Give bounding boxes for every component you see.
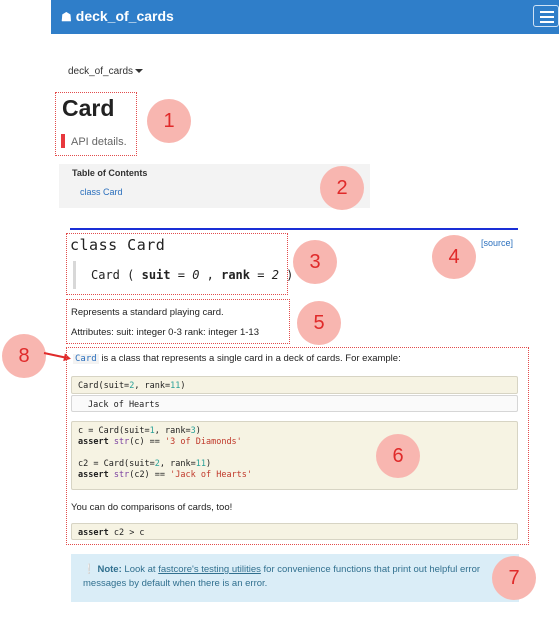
- class-signature: Card ( suit = 0 , rank = 2 ): [91, 268, 294, 282]
- fastcore-testing-link[interactable]: fastcore's testing utilities: [158, 564, 261, 575]
- code-text: ): [180, 381, 186, 391]
- caret-down-icon: [135, 69, 144, 74]
- signature-default-rank: 2: [271, 268, 279, 282]
- code-keyword: assert: [78, 470, 109, 480]
- source-link[interactable]: [source]: [481, 238, 513, 248]
- code-text: (c) ==: [129, 437, 166, 447]
- comparison-paragraph: You can do comparisons of cards, too!: [71, 502, 233, 513]
- annotation-marker-8: 8: [2, 334, 46, 378]
- code-text: , rank=: [154, 426, 191, 436]
- site-title-link[interactable]: ☗ deck_of_cards: [61, 8, 174, 24]
- module-dropdown-label: deck_of_cards: [68, 66, 134, 77]
- top-navbar: ☗ deck_of_cards: [51, 0, 559, 34]
- code-keyword: assert: [78, 528, 109, 538]
- annotation-marker-2: 2: [320, 166, 364, 210]
- docstring-line-2: Attributes: suit: integer 0-3 rank: inte…: [71, 327, 259, 338]
- toc-link-class-card[interactable]: class Card: [80, 187, 123, 197]
- code-cell-3[interactable]: assert c2 > c: [71, 523, 518, 540]
- menu-toggle-button[interactable]: [533, 5, 559, 27]
- annotation-marker-3: 3: [293, 240, 337, 284]
- signature-accent: [73, 261, 76, 289]
- note-label: Note:: [97, 564, 122, 575]
- code-text: c = Card(suit=: [78, 426, 150, 436]
- hamburger-icon: [540, 11, 554, 13]
- site-title: deck_of_cards: [75, 8, 174, 24]
- signature-param-rank: rank: [221, 268, 251, 282]
- annotation-marker-5: 5: [297, 301, 341, 345]
- signature-default-suit: 0: [192, 268, 200, 282]
- section-divider: [70, 228, 518, 230]
- hamburger-icon-bar: [540, 16, 554, 18]
- code-builtin: str: [113, 470, 130, 480]
- annotation-marker-1: 1: [147, 99, 191, 143]
- code-builtin: str: [113, 437, 130, 447]
- code-number: 11: [195, 459, 206, 469]
- docstring-line-1: Represents a standard playing card.: [71, 307, 224, 318]
- code-text: , rank=: [159, 459, 196, 469]
- annotation-marker-4: 4: [432, 235, 476, 279]
- code-text: c2 = Card(suit=: [78, 459, 155, 469]
- code-text: (c2) ==: [129, 470, 171, 480]
- code-text: Card(suit=: [78, 381, 130, 391]
- code-text: ): [205, 459, 212, 469]
- annotation-marker-6: 6: [376, 434, 420, 478]
- signature-param-suit: suit: [141, 268, 171, 282]
- home-icon: ☗: [61, 10, 72, 24]
- signature-name: Card: [91, 268, 120, 282]
- note-callout: ❕ Note: Look at fastcore's testing utili…: [71, 554, 519, 602]
- code-keyword: assert: [78, 437, 109, 447]
- subtitle-accent: [61, 134, 65, 148]
- annotation-marker-7: 7: [492, 556, 536, 600]
- code-string: 'Jack of Hearts': [170, 470, 253, 480]
- code-number: 11: [170, 381, 181, 391]
- code-output-1: Jack of Hearts: [71, 395, 518, 412]
- info-icon: ❕: [83, 564, 95, 575]
- hamburger-icon-bar: [540, 21, 554, 23]
- note-text-pre: Look at: [121, 564, 159, 575]
- page-subtitle: API details.: [71, 136, 127, 148]
- page-title: Card: [62, 95, 115, 121]
- class-declaration: class Card: [70, 236, 166, 254]
- code-cell-1[interactable]: Card(suit=2, rank=11): [71, 376, 518, 394]
- code-text: c2 > c: [108, 528, 145, 538]
- code-text: , rank=: [134, 381, 171, 391]
- module-dropdown[interactable]: deck_of_cards: [68, 66, 144, 77]
- code-cell-2[interactable]: c = Card(suit=1, rank=3) assert str(c) =…: [71, 421, 518, 490]
- toc-title: Table of Contents: [72, 168, 148, 178]
- code-string: '3 of Diamonds': [165, 437, 242, 447]
- code-text: ): [195, 426, 201, 436]
